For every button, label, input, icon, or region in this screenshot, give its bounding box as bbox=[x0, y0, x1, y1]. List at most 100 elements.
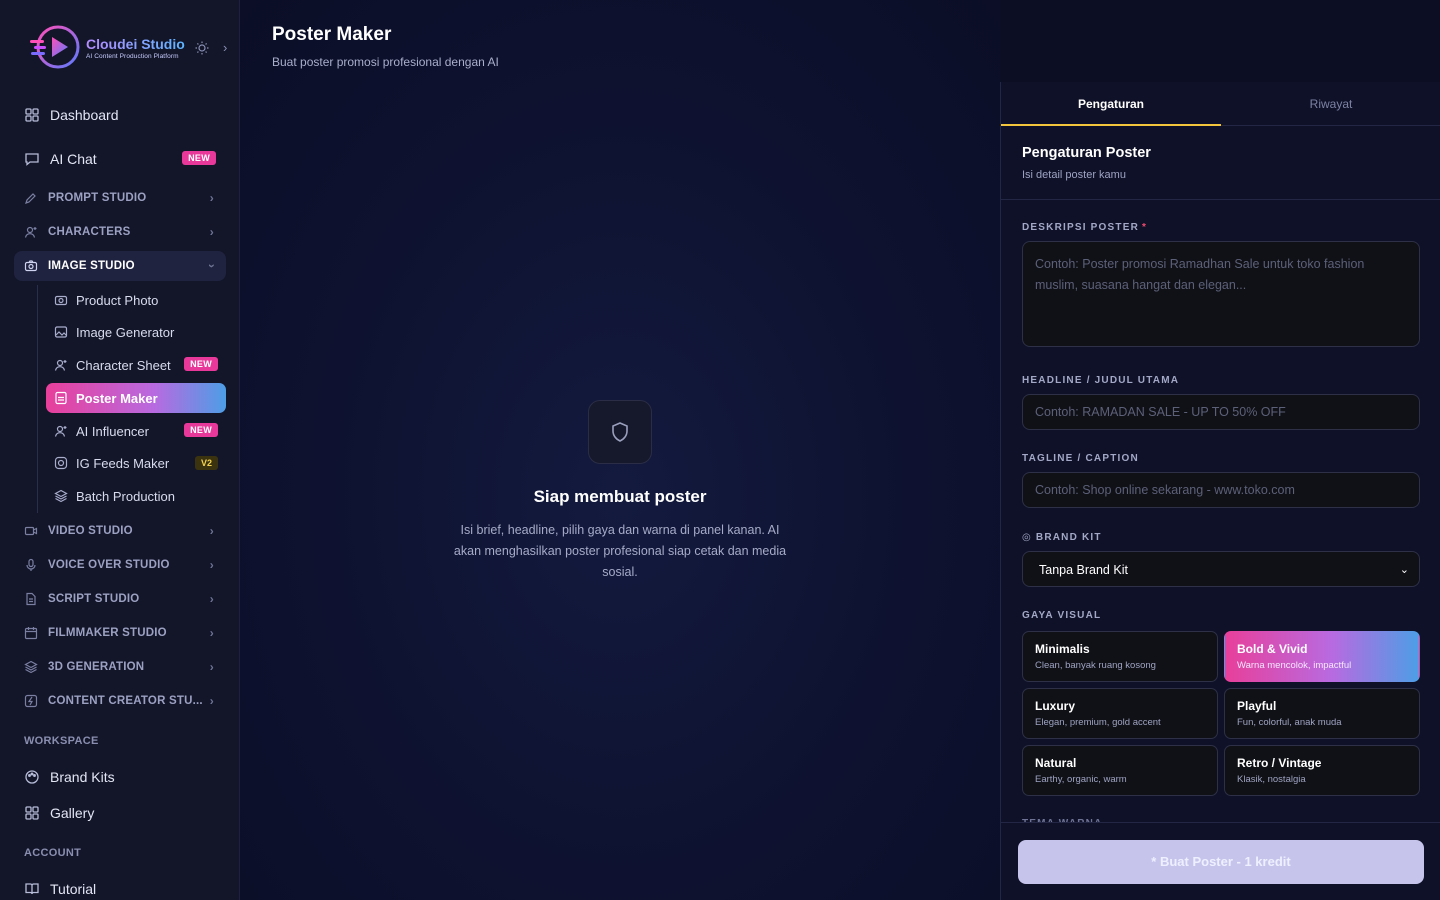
brand-kit-label: ◎ BRAND KIT bbox=[1022, 532, 1102, 543]
user-plus-icon bbox=[24, 225, 38, 239]
sidebar-section-filmmaker-studio[interactable]: FILMMAKER STUDIO › bbox=[14, 618, 226, 648]
sidebar-section-video-studio[interactable]: VIDEO STUDIO › bbox=[14, 516, 226, 546]
sidebar-section-prompt-studio[interactable]: PROMPT STUDIO › bbox=[14, 183, 226, 213]
palette-icon: ◎ bbox=[1022, 532, 1032, 543]
layers-icon bbox=[54, 489, 68, 503]
style-option-name: Bold & Vivid bbox=[1237, 642, 1308, 656]
style-option-minimalis[interactable]: Minimalis Clean, banyak ruang kosong bbox=[1022, 631, 1218, 682]
sidebar-item-ai-chat[interactable]: AI Chat NEW bbox=[14, 142, 226, 176]
sidebar-item-label: Brand Kits bbox=[50, 769, 115, 785]
chat-icon bbox=[24, 151, 40, 167]
panel-tabs: Pengaturan Riwayat bbox=[1001, 82, 1440, 126]
palette-icon bbox=[24, 769, 40, 785]
chevron-right-icon: › bbox=[209, 191, 214, 205]
chevron-down-icon: › bbox=[204, 263, 219, 269]
style-option-desc: Fun, colorful, anak muda bbox=[1237, 717, 1342, 728]
sidebar-subitem-batch-production[interactable]: Batch Production bbox=[46, 481, 226, 511]
sidebar-subitem-product-photo[interactable]: Product Photo bbox=[46, 285, 226, 315]
microphone-icon bbox=[24, 558, 38, 572]
style-option-playful[interactable]: Playful Fun, colorful, anak muda bbox=[1224, 688, 1420, 739]
theme-toggle-icon[interactable] bbox=[194, 40, 210, 56]
chevron-right-icon: › bbox=[209, 225, 214, 239]
panel-title: Pengaturan Poster bbox=[1022, 145, 1151, 161]
user-plus-icon bbox=[54, 424, 68, 438]
sidebar-collapse-chevron-icon[interactable]: › bbox=[223, 40, 227, 56]
sidebar-section-characters[interactable]: CHARACTERS › bbox=[14, 217, 226, 247]
style-option-natural[interactable]: Natural Earthy, organic, warm bbox=[1022, 745, 1218, 796]
new-badge: NEW bbox=[184, 357, 218, 371]
divider bbox=[1001, 199, 1440, 200]
style-option-bold-vivid[interactable]: Bold & Vivid Warna mencolok, impactful bbox=[1224, 631, 1420, 682]
subitem-label: Image Generator bbox=[76, 324, 175, 340]
sidebar-item-label: AI Chat bbox=[50, 151, 97, 167]
calendar-icon bbox=[24, 626, 38, 640]
required-mark: * bbox=[1142, 222, 1148, 233]
headline-label: HEADLINE / JUDUL UTAMA bbox=[1022, 375, 1180, 386]
style-option-desc: Klasik, nostalgia bbox=[1237, 774, 1306, 785]
tagline-input[interactable] bbox=[1022, 472, 1420, 508]
sidebar-item-label: Dashboard bbox=[50, 107, 119, 123]
chevron-right-icon: › bbox=[209, 626, 214, 640]
style-option-retro-vintage[interactable]: Retro / Vintage Klasik, nostalgia bbox=[1224, 745, 1420, 796]
brand-logo-icon bbox=[30, 25, 80, 69]
sidebar-item-gallery[interactable]: Gallery bbox=[14, 796, 226, 830]
style-option-name: Minimalis bbox=[1035, 642, 1090, 656]
chevron-down-icon: ⌄ bbox=[1399, 564, 1409, 576]
section-label: 3D GENERATION bbox=[48, 661, 145, 673]
brand-kit-select[interactable]: Tanpa Brand Kit ⌄ bbox=[1022, 551, 1420, 587]
headline-input[interactable] bbox=[1022, 394, 1420, 430]
chevron-right-icon: › bbox=[209, 660, 214, 674]
subitem-label: Character Sheet bbox=[76, 357, 171, 373]
sidebar-item-label: Tutorial bbox=[50, 881, 97, 897]
generate-poster-button[interactable]: * Buat Poster - 1 kredit bbox=[1018, 840, 1424, 884]
document-icon bbox=[24, 592, 38, 606]
v2-badge: V2 bbox=[194, 456, 218, 470]
camera-icon bbox=[54, 293, 68, 307]
user-plus-icon bbox=[54, 358, 68, 372]
image-icon bbox=[54, 325, 68, 339]
style-option-name: Playful bbox=[1237, 699, 1277, 713]
main-content: Poster Maker Buat poster promosi profesi… bbox=[240, 0, 1000, 900]
panel-footer: * Buat Poster - 1 kredit bbox=[1001, 822, 1440, 900]
sidebar-item-tutorial[interactable]: Tutorial bbox=[14, 872, 226, 900]
sidebar-subitem-poster-maker[interactable]: Poster Maker bbox=[46, 383, 226, 413]
section-label: FILMMAKER STUDIO bbox=[48, 627, 167, 639]
sidebar-subitem-character-sheet[interactable]: Character Sheet NEW bbox=[46, 350, 226, 380]
sidebar-item-dashboard[interactable]: Dashboard bbox=[14, 98, 226, 132]
section-label: PROMPT STUDIO bbox=[48, 192, 147, 204]
style-option-desc: Warna mencolok, impactful bbox=[1237, 660, 1352, 671]
subitem-label: Batch Production bbox=[76, 488, 176, 504]
sidebar-subitem-ai-influencer[interactable]: AI Influencer NEW bbox=[46, 416, 226, 446]
section-label: SCRIPT STUDIO bbox=[48, 593, 140, 605]
brand-kit-selected-value: Tanpa Brand Kit bbox=[1039, 563, 1128, 577]
sidebar-subitem-ig-feeds-maker[interactable]: IG Feeds Maker V2 bbox=[46, 448, 226, 478]
description-textarea[interactable] bbox=[1022, 241, 1420, 347]
subitem-label: Poster Maker bbox=[76, 390, 158, 406]
tagline-label: TAGLINE / CAPTION bbox=[1022, 453, 1139, 464]
subitem-label: Product Photo bbox=[76, 292, 159, 308]
subitem-label: AI Influencer bbox=[76, 423, 149, 439]
grid-icon bbox=[24, 805, 40, 821]
sidebar-section-voice-over-studio[interactable]: VOICE OVER STUDIO › bbox=[14, 550, 226, 580]
account-group-label: ACCOUNT bbox=[24, 847, 82, 859]
empty-state-title: Siap membuat poster bbox=[533, 487, 707, 506]
sidebar-item-brand-kits[interactable]: Brand Kits bbox=[14, 760, 226, 794]
sidebar-section-3d-generation[interactable]: 3D GENERATION › bbox=[14, 652, 226, 682]
section-label: VIDEO STUDIO bbox=[48, 525, 133, 537]
tab-riwayat[interactable]: Riwayat bbox=[1221, 82, 1440, 126]
workspace-group-label: WORKSPACE bbox=[24, 735, 99, 747]
sidebar-subitem-image-generator[interactable]: Image Generator bbox=[46, 317, 226, 347]
instagram-icon bbox=[54, 456, 68, 470]
grid-icon bbox=[24, 107, 40, 123]
style-option-luxury[interactable]: Luxury Elegan, premium, gold accent bbox=[1022, 688, 1218, 739]
brand-name: Cloudei Studio bbox=[86, 36, 185, 52]
sidebar-section-content-creator-studio[interactable]: CONTENT CREATOR STU... › bbox=[14, 686, 226, 716]
video-icon bbox=[24, 524, 38, 538]
layers-icon bbox=[24, 660, 38, 674]
description-label-text: DESKRIPSI POSTER bbox=[1022, 222, 1139, 233]
brand-kit-label-text: BRAND KIT bbox=[1035, 532, 1102, 543]
sidebar-section-image-studio[interactable]: IMAGE STUDIO › bbox=[14, 251, 226, 281]
tab-pengaturan[interactable]: Pengaturan bbox=[1001, 82, 1221, 126]
empty-state-description: Isi brief, headline, pilih gaya dan warn… bbox=[453, 523, 787, 579]
sidebar-section-script-studio[interactable]: SCRIPT STUDIO › bbox=[14, 584, 226, 614]
